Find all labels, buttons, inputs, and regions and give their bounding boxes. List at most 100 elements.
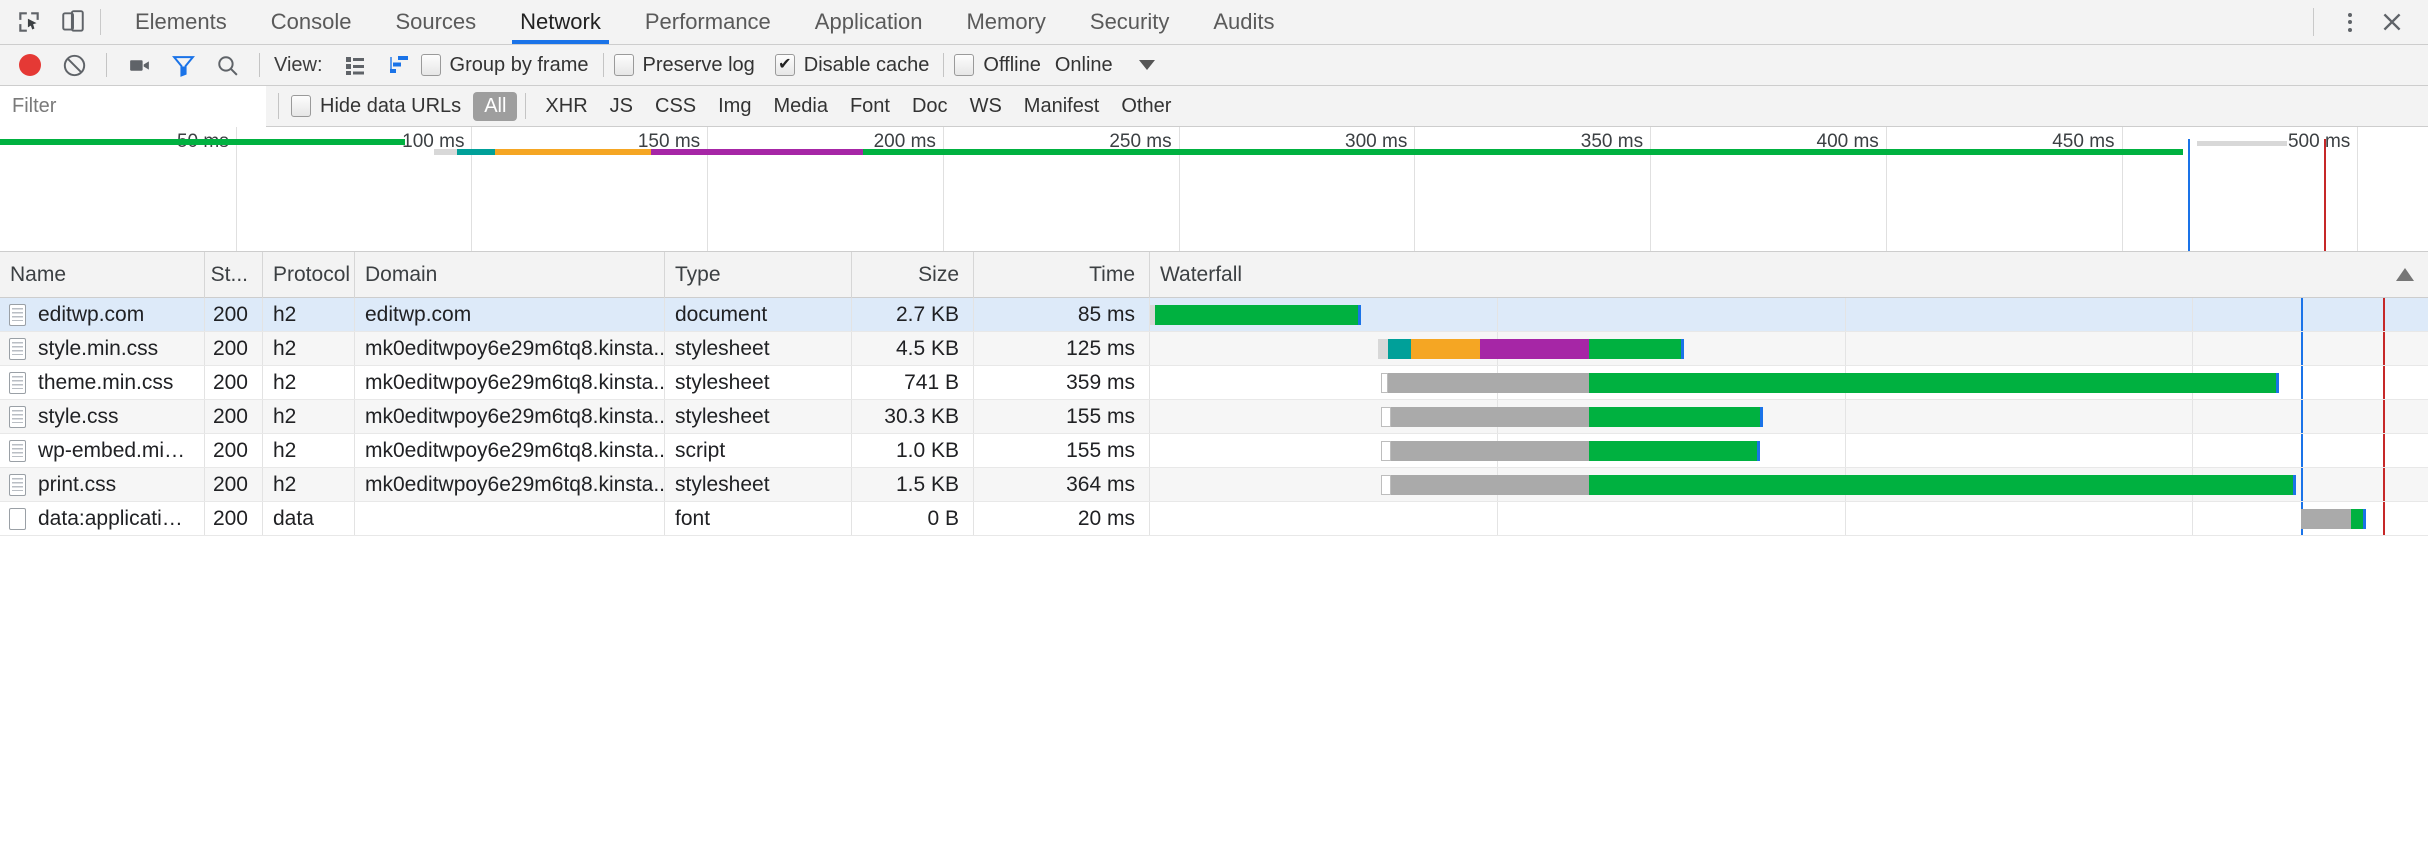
table-row[interactable]: style.min.css200h2mk0editwpoy6e29m6tq8.k… (0, 332, 2428, 366)
cell-waterfall (1150, 434, 2428, 468)
network-overview-timeline[interactable]: 50 ms100 ms150 ms200 ms250 ms300 ms350 m… (0, 127, 2428, 252)
filter-type-img[interactable]: Img (707, 92, 762, 121)
cell-time: 155 ms (974, 434, 1150, 468)
throttling-select[interactable]: Online (1055, 54, 1155, 77)
overview-segment (0, 139, 405, 145)
cell-status: 200 (205, 400, 263, 434)
cell-time: 20 ms (974, 502, 1150, 536)
tab-application[interactable]: Application (793, 0, 945, 44)
column-header-protocol[interactable]: Protocol (263, 252, 355, 298)
filter-type-font[interactable]: Font (839, 92, 901, 121)
tab-audits[interactable]: Audits (1191, 0, 1296, 44)
waterfall-segment (1589, 407, 1763, 427)
filter-type-other[interactable]: Other (1110, 92, 1182, 121)
column-header-time[interactable]: Time (974, 252, 1150, 298)
column-header-name[interactable]: Name (0, 252, 205, 298)
cell-size: 2.7 KB (852, 298, 974, 332)
table-row[interactable]: style.css200h2mk0editwpoy6e29m6tq8.kinst… (0, 400, 2428, 434)
filter-type-manifest[interactable]: Manifest (1013, 92, 1111, 121)
waterfall-bar[interactable] (1150, 305, 2428, 325)
tab-security[interactable]: Security (1068, 0, 1191, 44)
filter-type-js[interactable]: JS (599, 92, 644, 121)
waterfall-end-marker (2363, 509, 2366, 529)
column-header-size[interactable]: Size (852, 252, 974, 298)
column-header-domain[interactable]: Domain (355, 252, 665, 298)
table-row[interactable]: editwp.com200h2editwp.comdocument2.7 KB8… (0, 298, 2428, 332)
list-view-icon[interactable] (336, 48, 374, 82)
filter-type-media[interactable]: Media (762, 92, 838, 121)
checkbox-box (614, 54, 634, 76)
overview-tick (2122, 127, 2123, 251)
column-header-type[interactable]: Type (665, 252, 852, 298)
column-header-waterfall[interactable]: Waterfall (1150, 252, 2428, 298)
sort-ascending-icon (2396, 268, 2414, 281)
capture-screenshots-icon[interactable] (120, 48, 158, 82)
cell-protocol: h2 (263, 468, 355, 502)
column-header-status[interactable]: St... (205, 252, 263, 298)
disable-cache-checkbox[interactable]: ✔ Disable cache (775, 54, 930, 77)
more-options-icon[interactable] (2332, 4, 2368, 40)
request-name: wp-embed.min.js (38, 439, 194, 463)
cell-size: 1.5 KB (852, 468, 974, 502)
table-row[interactable]: print.css200h2mk0editwpoy6e29m6tq8.kinst… (0, 468, 2428, 502)
device-toolbar-icon[interactable] (58, 7, 88, 37)
filter-type-xhr[interactable]: XHR (534, 92, 598, 121)
clear-button[interactable] (55, 48, 93, 82)
document-file-icon (9, 474, 26, 496)
filter-icon[interactable] (164, 48, 202, 82)
waterfall-segment (1480, 339, 1589, 359)
request-name: style.css (38, 405, 119, 429)
waterfall-bar[interactable] (1150, 407, 2428, 427)
network-filter-bar: Hide data URLs All XHR JS CSS Img Media … (0, 86, 2428, 127)
overview-segment (457, 149, 495, 155)
tab-performance[interactable]: Performance (623, 0, 793, 44)
tool-icons-group (0, 0, 94, 44)
table-body: editwp.com200h2editwp.comdocument2.7 KB8… (0, 298, 2428, 536)
waterfall-segment (1391, 407, 1590, 427)
toolbar-divider-1 (106, 53, 107, 77)
overview-segment (495, 149, 651, 155)
close-icon[interactable] (2372, 2, 2412, 42)
cell-name: data:application/... (0, 502, 205, 536)
tab-elements[interactable]: Elements (113, 0, 249, 44)
waterfall-bar[interactable] (1150, 373, 2428, 393)
cell-name: theme.min.css (0, 366, 205, 400)
filter-type-all[interactable]: All (473, 92, 517, 121)
waterfall-view-icon[interactable] (380, 48, 418, 82)
table-row[interactable]: data:application/...200datafont0 B20 ms (0, 502, 2428, 536)
filter-type-ws[interactable]: WS (959, 92, 1013, 121)
waterfall-bar[interactable] (1150, 339, 2428, 359)
offline-checkbox[interactable]: Offline (954, 54, 1040, 77)
tab-console[interactable]: Console (249, 0, 374, 44)
disable-cache-label: Disable cache (804, 54, 930, 77)
cell-time: 155 ms (974, 400, 1150, 434)
cell-name: print.css (0, 468, 205, 502)
filter-type-css[interactable]: CSS (644, 92, 707, 121)
table-row[interactable]: wp-embed.min.js200h2mk0editwpoy6e29m6tq8… (0, 434, 2428, 468)
preserve-log-checkbox[interactable]: Preserve log (614, 54, 755, 77)
waterfall-bar[interactable] (1150, 475, 2428, 495)
record-button[interactable] (11, 48, 49, 82)
overview-segment (863, 149, 2183, 155)
waterfall-bar[interactable] (1150, 441, 2428, 461)
waterfall-segment (1381, 373, 1388, 393)
filter-input[interactable] (0, 86, 266, 127)
inspect-element-icon[interactable] (14, 7, 44, 37)
overview-gridlines: 50 ms100 ms150 ms200 ms250 ms300 ms350 m… (0, 127, 2428, 251)
tab-network[interactable]: Network (498, 0, 623, 44)
tab-memory[interactable]: Memory (944, 0, 1067, 44)
network-toolbar: View: Group by frame Preserve log ✔ Disa… (0, 45, 2428, 86)
tab-sources[interactable]: Sources (373, 0, 498, 44)
cell-protocol: h2 (263, 434, 355, 468)
waterfall-bar[interactable] (1150, 509, 2428, 529)
tab-label: Audits (1213, 9, 1274, 35)
column-header-label: Domain (365, 263, 437, 287)
filter-type-doc[interactable]: Doc (901, 92, 959, 121)
group-by-frame-checkbox[interactable]: Group by frame (421, 54, 589, 77)
search-icon[interactable] (208, 48, 246, 82)
table-row[interactable]: theme.min.css200h2mk0editwpoy6e29m6tq8.k… (0, 366, 2428, 400)
hide-data-urls-checkbox[interactable]: Hide data URLs (291, 95, 461, 118)
waterfall-segment (1381, 475, 1391, 495)
waterfall-segment (1378, 339, 1388, 359)
cell-domain: mk0editwpoy6e29m6tq8.kinsta... (355, 468, 665, 502)
